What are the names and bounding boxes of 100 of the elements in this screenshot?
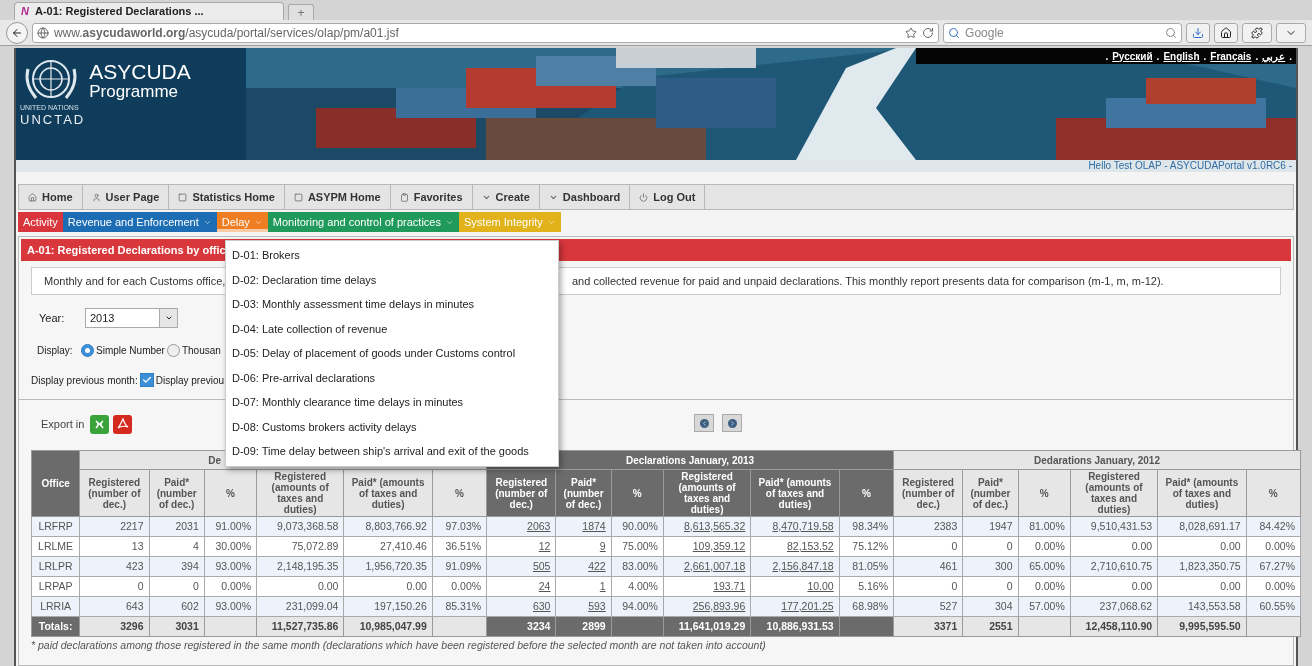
table-cell: 0.00 xyxy=(1070,536,1158,557)
table-cell: 8,028,691.17 xyxy=(1157,516,1247,537)
nav-item[interactable]: Favorites xyxy=(390,185,473,209)
language-link[interactable]: English xyxy=(1163,48,1200,64)
table-cell: 0.00% xyxy=(1018,536,1071,557)
table-link[interactable]: 8,470,719.58 xyxy=(750,516,840,537)
extension-button[interactable] xyxy=(1242,22,1273,43)
separator-dot: . xyxy=(1156,49,1160,64)
address-bar[interactable]: www.asycudaworld.org/asycuda/portal/services/olap/pm/a01.jsf xyxy=(31,22,940,43)
site-icon: N xyxy=(21,3,29,20)
table-link[interactable]: 630 xyxy=(486,596,556,617)
table-link[interactable]: 256,893.96 xyxy=(663,596,751,617)
column-header: Registered (amounts of taxes and duties) xyxy=(1070,469,1158,517)
table-link[interactable]: 2,661,007.18 xyxy=(663,556,751,577)
caret-icon xyxy=(164,314,173,322)
table-cell: 13 xyxy=(79,536,150,557)
footnote: * paid declarations among those registered in the same month (declarations which have been registered before the selected month are not taken into account) xyxy=(31,638,767,653)
table-link[interactable]: 82,153.52 xyxy=(750,536,840,557)
next-button[interactable] xyxy=(722,414,742,432)
back-arrow-icon xyxy=(10,26,23,39)
column-header: Office xyxy=(31,450,80,517)
table-link[interactable]: 10.00 xyxy=(750,576,840,597)
table-cell: 0.00% xyxy=(204,576,257,597)
column-header: % xyxy=(432,469,487,517)
table-link[interactable]: 1 xyxy=(555,576,612,597)
search-placeholder: Google xyxy=(965,24,1005,42)
menu-item[interactable]: D-07: Monthly clearance time delays in minutes xyxy=(226,390,558,415)
home-button[interactable] xyxy=(1214,22,1239,43)
nav-icon xyxy=(399,192,409,202)
table-cell: 0.00% xyxy=(432,576,487,597)
nav-icon xyxy=(639,192,649,202)
table-link[interactable]: 2,156,847.18 xyxy=(750,556,840,577)
nav-item[interactable]: Home xyxy=(19,185,83,209)
search-field[interactable]: Google xyxy=(943,22,1183,43)
menu-item[interactable]: D-02: Declaration time delays xyxy=(226,267,558,292)
menu-button[interactable] xyxy=(1276,22,1306,43)
column-header: Registered (number of dec.) xyxy=(486,469,556,517)
table-cell: 0.00% xyxy=(1246,576,1301,597)
table-cell: Totals: xyxy=(31,616,80,637)
home-icon xyxy=(1220,26,1233,39)
table-cell: 90.00% xyxy=(611,516,664,537)
table-link[interactable]: 505 xyxy=(486,556,556,577)
table-cell: 197,150.26 xyxy=(343,596,433,617)
menu-item[interactable]: D-03: Monthly assessment time delays in minutes xyxy=(226,292,558,317)
menu-item[interactable]: D-06: Pre-arrival declarations xyxy=(226,365,558,390)
spreadsheet-export-button[interactable] xyxy=(90,414,110,434)
url-text: www.asycudaworld.org/asycuda/portal/services/olap/pm/a01.jsf xyxy=(53,24,400,42)
browser-tab[interactable]: N A-01: Registered Declarations ... xyxy=(14,2,284,20)
menu-item[interactable]: D-05: Delay of placement of goods under Customs control xyxy=(226,341,558,366)
tab-title: A-01: Registered Declarations ... xyxy=(34,4,204,20)
table-cell: 67.27% xyxy=(1246,556,1301,577)
nav-icon xyxy=(91,192,101,202)
table-link[interactable]: 12 xyxy=(486,536,556,557)
nav-item[interactable]: Create xyxy=(472,185,540,209)
category-tab[interactable]: Monitoring and control of practices xyxy=(267,212,459,232)
table-link[interactable]: 177,201.25 xyxy=(750,596,840,617)
language-link[interactable]: عربي xyxy=(1262,48,1286,64)
radio-button[interactable] xyxy=(81,343,94,357)
table-cell: 83.00% xyxy=(611,556,664,577)
radio-button[interactable] xyxy=(166,343,180,357)
menu-item[interactable]: D-04: Late collection of revenue xyxy=(226,316,558,341)
star-icon[interactable] xyxy=(905,26,918,39)
reload-icon[interactable] xyxy=(922,26,935,39)
nav-item[interactable]: User Page xyxy=(82,185,170,209)
table-link[interactable]: 2063 xyxy=(486,516,556,537)
table-cell: 2,148,195.35 xyxy=(256,556,344,577)
table-link[interactable]: 9 xyxy=(555,536,612,557)
previous-button[interactable] xyxy=(694,414,714,432)
column-header: Paid* (number of dec.) xyxy=(555,469,612,517)
category-tab[interactable]: Revenue and Enforcement xyxy=(62,212,217,232)
pdf-export-button[interactable] xyxy=(113,414,133,434)
table-cell: 0.00 xyxy=(1157,576,1247,597)
nav-item[interactable]: Log Out xyxy=(630,185,706,209)
table-link[interactable]: 8,613,565.32 xyxy=(663,516,751,537)
back-button[interactable] xyxy=(6,21,28,44)
radio-label: Thousan xyxy=(181,343,221,358)
nav-item[interactable]: Statistics Home xyxy=(169,185,285,209)
nav-item[interactable]: ASYPM Home xyxy=(284,185,391,209)
table-link[interactable]: 1874 xyxy=(555,516,612,537)
checkbox[interactable] xyxy=(139,373,154,387)
table-link[interactable]: 24 xyxy=(486,576,556,597)
category-tab[interactable]: Activity xyxy=(18,212,63,232)
language-link[interactable]: Русский xyxy=(1112,48,1153,64)
column-header: % xyxy=(1246,469,1301,517)
menu-item[interactable]: D-01: Brokers xyxy=(226,243,558,268)
table-link[interactable]: 593 xyxy=(555,596,612,617)
table-cell: 75.12% xyxy=(839,536,894,557)
table-link[interactable]: 109,359.12 xyxy=(663,536,751,557)
nav-icon xyxy=(293,192,303,202)
year-select[interactable]: 2013 xyxy=(85,308,178,328)
menu-item[interactable]: D-08: Customs brokers activity delays xyxy=(226,414,558,439)
search-icon[interactable] xyxy=(1165,26,1178,39)
table-cell: 93.00% xyxy=(204,596,257,617)
table-link[interactable]: 193.71 xyxy=(663,576,751,597)
table-link[interactable]: 422 xyxy=(555,556,612,577)
nav-item[interactable]: Dashboard xyxy=(539,185,631,209)
table-cell: 60.55% xyxy=(1246,596,1301,617)
language-link[interactable]: Français xyxy=(1210,48,1252,64)
table-cell: 237,068.62 xyxy=(1070,596,1158,617)
nav-icon xyxy=(178,192,188,202)
